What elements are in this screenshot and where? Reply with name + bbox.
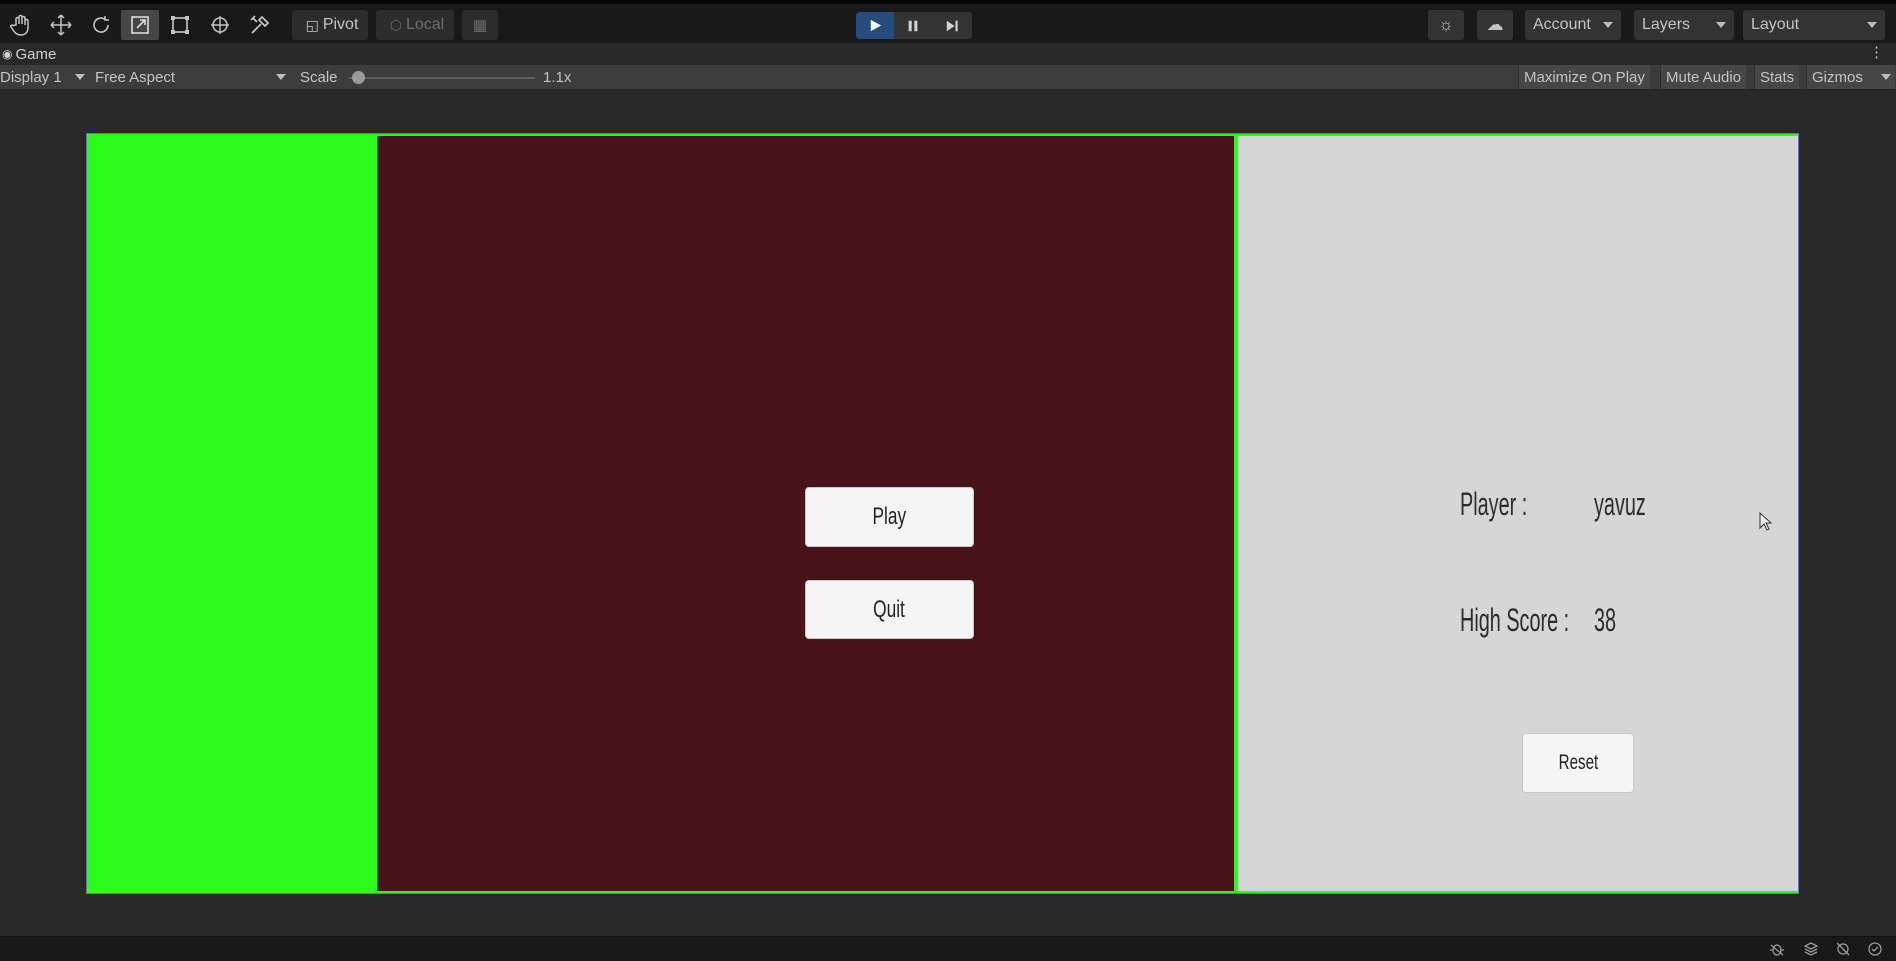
play-button[interactable] [856, 12, 894, 39]
game-render-area[interactable]: Play Quit Player : yavuz High Score : 38… [86, 133, 1799, 894]
main-toolbar: ◱ Pivot ⬡ Local ▦ ☼ ☁ Account Layers Lay… [0, 0, 1896, 43]
step-button[interactable] [932, 12, 972, 39]
rotate-icon [93, 16, 109, 33]
reset-label: Reset [1558, 751, 1598, 774]
stats-toggle[interactable]: Stats [1754, 65, 1800, 89]
play-icon [870, 19, 881, 32]
network-icon[interactable] [1835, 941, 1851, 957]
chevron-down-icon [276, 74, 286, 80]
scale-slider-track[interactable] [349, 77, 535, 79]
check-circle-icon[interactable] [1867, 941, 1883, 957]
play-game-button[interactable]: Play [805, 487, 974, 547]
grid-snap-icon: ▦ [472, 17, 488, 34]
right-panel: Player : yavuz High Score : 38 Reset [1234, 136, 1798, 891]
mute-audio-toggle[interactable]: Mute Audio [1660, 65, 1747, 89]
layers-label: Layers [1642, 16, 1691, 33]
scale-icon [131, 16, 149, 34]
scale-value: 1.1x [543, 68, 572, 86]
aspect-dropdown[interactable]: Free Aspect [95, 65, 289, 89]
chevron-down-icon [75, 74, 85, 80]
hand-icon [10, 14, 29, 36]
transform-icon [211, 16, 229, 34]
rect-transform-icon [171, 16, 189, 34]
transform-tool-button[interactable] [201, 10, 239, 40]
scale-label: Scale [300, 68, 338, 86]
move-tool-button[interactable] [42, 10, 80, 40]
tab-menu-icon[interactable]: ⋮ [1869, 43, 1884, 61]
pivot-toggle[interactable]: ◱ Pivot [292, 10, 368, 40]
layers-stack-icon[interactable] [1803, 941, 1819, 957]
services-button[interactable]: ☼ [1428, 10, 1464, 40]
step-icon [946, 20, 958, 31]
rotate-tool-button[interactable] [82, 10, 120, 40]
game-tab-bar: ◉ Game ⋮ [0, 43, 1896, 65]
play-game-label: Play [872, 503, 907, 530]
tab-game-label: Game [15, 45, 57, 63]
grid-snap-button[interactable]: ▦ [462, 10, 498, 40]
pivot-label: Pivot [322, 16, 359, 33]
pause-icon [908, 20, 918, 31]
aspect-label: Free Aspect [95, 68, 176, 86]
pivot-icon: ◱ [305, 16, 319, 33]
sun-icon: ☼ [1438, 15, 1454, 34]
center-panel: Play Quit [377, 136, 1234, 891]
mouse-cursor-icon [1759, 512, 1773, 531]
cube-icon: ⬡ [389, 16, 402, 33]
display-dropdown[interactable]: Display 1 [0, 65, 88, 89]
move-icon [50, 14, 72, 36]
gizmos-label: Gizmos [1812, 68, 1863, 86]
quit-button[interactable]: Quit [805, 580, 974, 639]
account-label: Account [1533, 16, 1591, 33]
left-panel [89, 136, 377, 891]
quit-label: Quit [873, 595, 906, 623]
chevron-down-icon [1881, 74, 1891, 80]
local-label: Local [405, 16, 445, 33]
display-label: Display 1 [0, 68, 62, 86]
custom-tool-icon [250, 15, 270, 34]
bug-icon[interactable] [1769, 941, 1785, 957]
custom-tool-button[interactable] [241, 10, 279, 40]
game-view-toolbar: Display 1 Free Aspect Scale 1.1x Maximiz… [0, 65, 1896, 90]
scale-slider-thumb[interactable] [352, 71, 366, 84]
layers-dropdown[interactable]: Layers [1634, 10, 1734, 40]
pause-button[interactable] [894, 12, 932, 39]
tab-game[interactable]: ◉ Game [0, 43, 56, 65]
local-toggle[interactable]: ⬡ Local [376, 10, 454, 40]
reset-button[interactable]: Reset [1522, 733, 1634, 793]
cloud-button[interactable]: ☁ [1477, 10, 1513, 40]
chevron-down-icon [1716, 22, 1726, 28]
chevron-down-icon [1867, 22, 1877, 28]
gizmos-toggle[interactable]: Gizmos [1806, 65, 1895, 89]
high-score-label: High Score : [1460, 602, 1570, 638]
hand-tool-button[interactable] [2, 10, 40, 40]
player-label: Player : [1460, 486, 1528, 522]
layout-dropdown[interactable]: Layout [1743, 10, 1885, 40]
chevron-down-icon [1603, 22, 1613, 28]
player-name: yavuz [1594, 486, 1646, 522]
status-bar [0, 936, 1896, 961]
gamepad-icon: ◉ [2, 47, 13, 61]
cloud-icon: ☁ [1486, 15, 1504, 34]
high-score-value: 38 [1594, 602, 1617, 638]
account-dropdown[interactable]: Account [1525, 10, 1621, 40]
maximize-on-play-toggle[interactable]: Maximize On Play [1518, 65, 1650, 89]
scale-tool-button[interactable] [121, 10, 159, 40]
layout-label: Layout [1751, 16, 1800, 33]
rect-tool-button[interactable] [161, 10, 199, 40]
